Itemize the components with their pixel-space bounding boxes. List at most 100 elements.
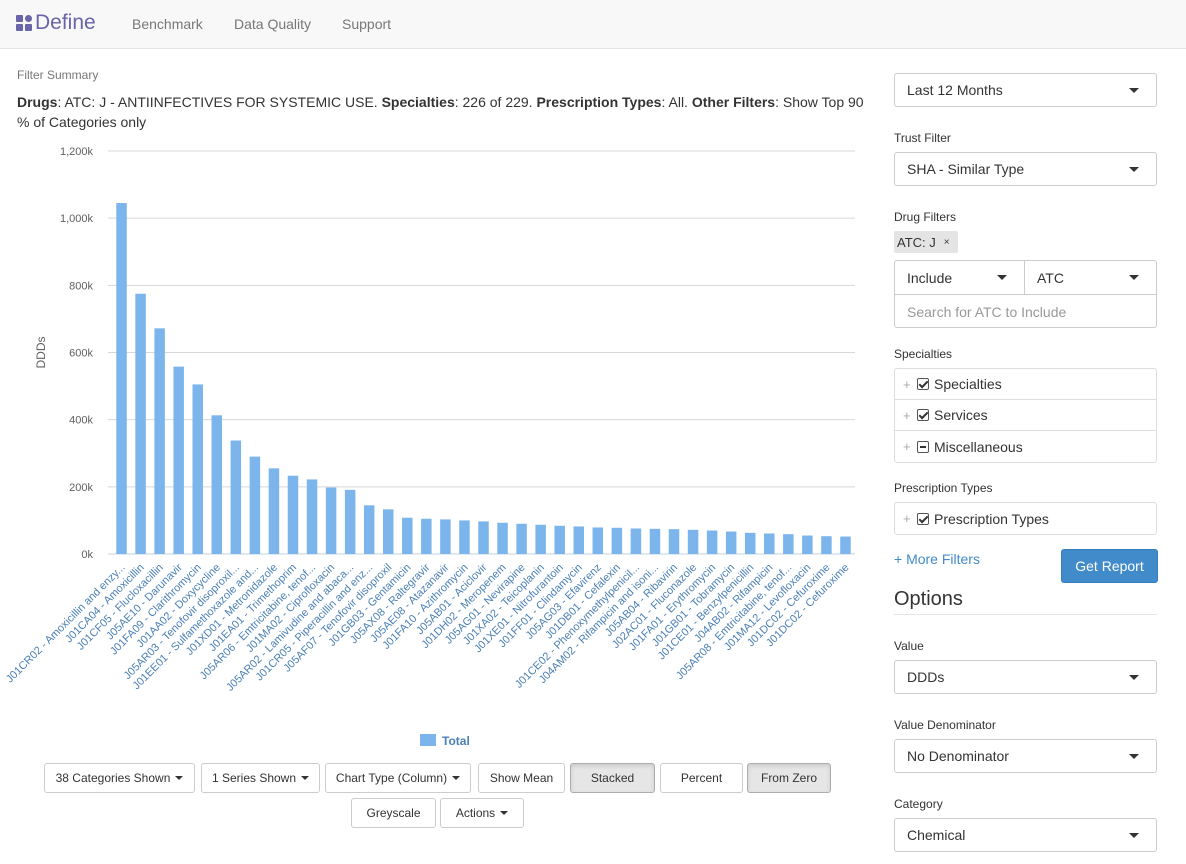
- expand-plus-icon[interactable]: +: [903, 439, 917, 454]
- include-select[interactable]: Include: [895, 261, 1025, 294]
- categories-shown-label: 38 Categories Shown: [55, 771, 171, 785]
- y-tick-label: 1,000k: [60, 213, 94, 225]
- chevron-down-icon: [1129, 833, 1139, 838]
- atc-level-value: ATC: [1037, 269, 1064, 286]
- brand-logo[interactable]: Define: [16, 11, 96, 35]
- atc-level-select[interactable]: ATC: [1025, 261, 1156, 294]
- tree-label: Prescription Types: [934, 510, 1049, 527]
- y-tick-label: 200k: [69, 482, 93, 494]
- expand-plus-icon[interactable]: +: [903, 408, 917, 423]
- atc-search-input[interactable]: Search for ATC to Include: [895, 294, 1156, 328]
- y-tick-label: 400k: [69, 415, 93, 427]
- other-filters-label: Other Filters: [691, 94, 776, 110]
- bar: [249, 456, 261, 554]
- prescription-types-label: Prescription Types: [536, 94, 662, 110]
- value-label: Value: [894, 639, 924, 653]
- period-select[interactable]: Last 12 Months: [894, 73, 1157, 107]
- get-report-button[interactable]: Get Report: [1061, 549, 1158, 583]
- options-heading: Options: [894, 588, 963, 610]
- value-value: DDDs: [907, 669, 945, 685]
- bar: [306, 479, 318, 554]
- category-value: Chemical: [907, 827, 966, 843]
- bar: [325, 487, 337, 554]
- bar: [706, 530, 718, 554]
- checkbox-checked-icon[interactable]: [917, 409, 929, 421]
- options-divider: [894, 614, 1157, 615]
- drug-filter-box: Include ATC Search for ATC to Include: [894, 260, 1157, 328]
- expand-plus-icon[interactable]: +: [903, 511, 917, 526]
- tree-row-services[interactable]: + Services: [895, 400, 1156, 431]
- period-value: Last 12 Months: [907, 82, 1003, 98]
- top-navbar: Define Benchmark Data Quality Support: [0, 0, 1186, 49]
- chevron-down-icon: [997, 275, 1007, 280]
- y-axis-label: DDDs: [34, 337, 48, 369]
- trust-filter-label: Trust Filter: [894, 131, 951, 145]
- checkbox-checked-icon[interactable]: [917, 512, 929, 525]
- checkbox-checked-icon[interactable]: [917, 378, 929, 390]
- specialties-tree: + Specialties + Services + Miscellaneous: [894, 368, 1157, 463]
- bar: [725, 531, 737, 554]
- series-shown-dropdown[interactable]: 1 Series Shown: [201, 763, 320, 793]
- chevron-down-icon: [175, 776, 184, 780]
- bar: [382, 509, 394, 554]
- more-filters-link[interactable]: + More Filters: [894, 551, 980, 567]
- close-icon[interactable]: ×: [944, 237, 950, 248]
- nav-link-data-quality[interactable]: Data Quality: [234, 16, 311, 32]
- bar: [687, 529, 699, 554]
- bar: [630, 528, 642, 554]
- nav-link-support[interactable]: Support: [342, 16, 391, 32]
- bar: [535, 524, 546, 554]
- bar: [554, 525, 565, 554]
- bar: [211, 415, 223, 554]
- bar: [478, 521, 489, 554]
- bar: [116, 203, 127, 554]
- trust-filter-select[interactable]: SHA - Similar Type: [894, 152, 1157, 186]
- chart-type-dropdown[interactable]: Chart Type (Column): [325, 763, 471, 793]
- greyscale-toggle[interactable]: Greyscale: [351, 798, 436, 828]
- actions-label: Actions: [455, 806, 496, 820]
- tree-label: Miscellaneous: [934, 438, 1023, 455]
- bar: [459, 520, 470, 554]
- drugs-label: Drugs: [17, 94, 58, 110]
- tree-row-specialties[interactable]: + Specialties: [895, 369, 1156, 400]
- include-value: Include: [907, 269, 953, 286]
- value-select[interactable]: DDDs: [894, 660, 1157, 694]
- define-logo-icon: [16, 14, 33, 32]
- bar: [287, 475, 299, 554]
- tree-row-miscellaneous[interactable]: + Miscellaneous: [895, 431, 1156, 462]
- prescription-types-tree: + Prescription Types: [894, 502, 1157, 535]
- value-denominator-select[interactable]: No Denominator: [894, 739, 1157, 773]
- bar: [344, 489, 356, 554]
- chevron-down-icon: [1129, 167, 1139, 172]
- checkbox-partial-icon[interactable]: [917, 440, 929, 453]
- bar: [363, 505, 375, 554]
- bar: [649, 528, 661, 554]
- bar: [173, 366, 184, 554]
- bar: [764, 533, 775, 554]
- show-mean-button[interactable]: Show Mean: [478, 763, 565, 793]
- specialties-label: Specialties: [381, 94, 455, 110]
- bar: [440, 519, 451, 554]
- categories-shown-dropdown[interactable]: 38 Categories Shown: [44, 763, 195, 793]
- chevron-down-icon: [452, 776, 461, 780]
- chevron-down-icon: [500, 811, 509, 815]
- nav-link-benchmark[interactable]: Benchmark: [132, 16, 203, 32]
- bar: [268, 468, 280, 554]
- bar: [497, 522, 508, 554]
- bar: [840, 536, 851, 554]
- bar: [611, 527, 623, 554]
- percent-toggle[interactable]: Percent: [660, 763, 743, 793]
- from-zero-toggle[interactable]: From Zero: [747, 763, 831, 793]
- actions-dropdown[interactable]: Actions: [440, 798, 524, 828]
- bar: [744, 532, 756, 554]
- bar: [802, 535, 813, 554]
- category-select[interactable]: Chemical: [894, 818, 1157, 852]
- stacked-toggle[interactable]: Stacked: [570, 763, 655, 793]
- tree-row-prescription-types[interactable]: + Prescription Types: [895, 503, 1156, 534]
- filter-summary-text: Drugs: ATC: J - ANTIINFECTIVES FOR SYSTE…: [17, 92, 867, 132]
- bar: [192, 384, 203, 554]
- expand-plus-icon[interactable]: +: [903, 377, 917, 392]
- drug-filters-label: Drug Filters: [894, 210, 957, 224]
- bar: [230, 440, 242, 554]
- prescription-types-value: : All.: [661, 94, 692, 110]
